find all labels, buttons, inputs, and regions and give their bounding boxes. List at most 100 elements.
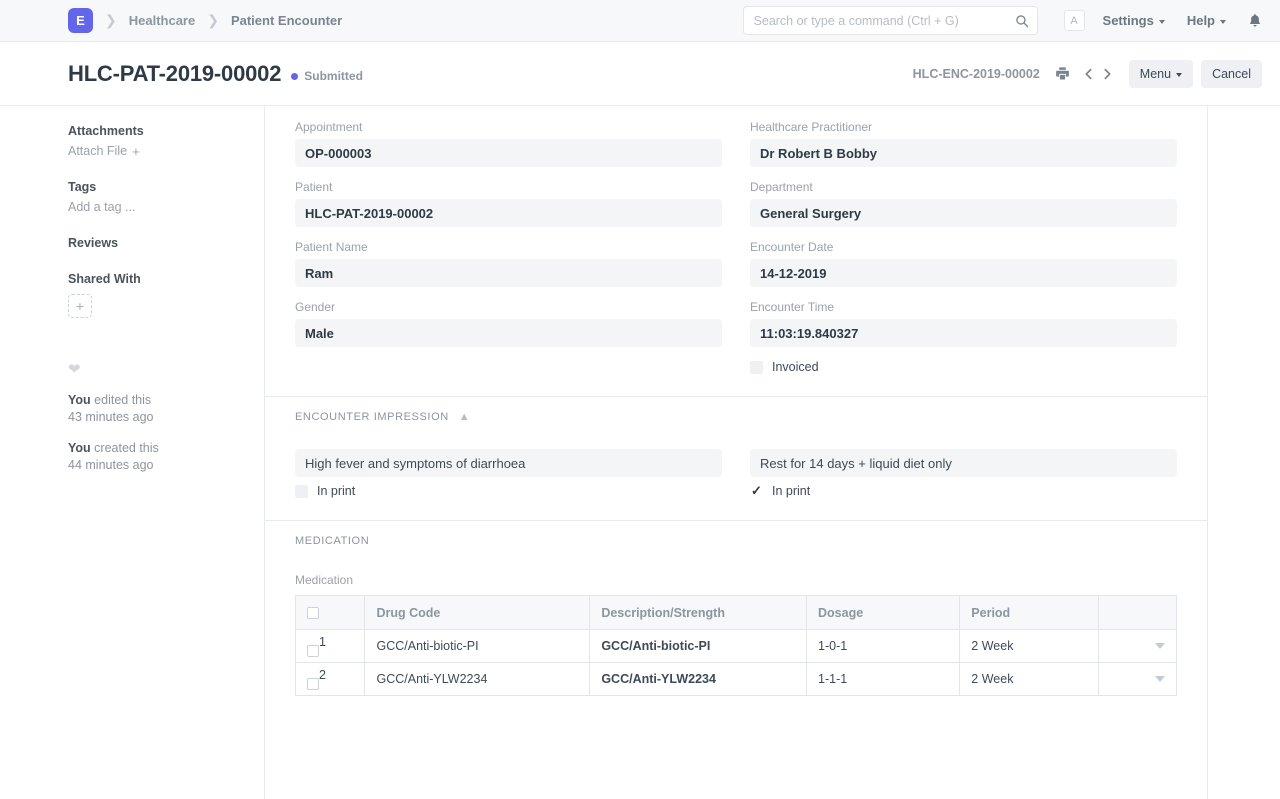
- field-patient-name: Patient Name Ram: [295, 240, 722, 287]
- field-label: Patient: [295, 180, 722, 194]
- field-label: Encounter Date: [750, 240, 1177, 254]
- page-header-actions: HLC-ENC-2019-00002 Menu Cancel: [913, 60, 1262, 88]
- nav-help[interactable]: Help: [1187, 13, 1226, 28]
- checkbox-invoiced-label: Invoiced: [772, 360, 819, 374]
- page-header: HLC-PAT-2019-00002 Submitted HLC-ENC-201…: [0, 42, 1280, 106]
- add-tag-label: Add a tag ...: [68, 200, 135, 214]
- row-checkbox[interactable]: [307, 645, 319, 657]
- cell-description[interactable]: GCC/Anti-biotic-PI: [590, 630, 807, 663]
- field-label: Patient Name: [295, 240, 722, 254]
- chevron-down-icon: [1176, 73, 1182, 77]
- field-encounter-time: Encounter Time 11:03:19.840327: [750, 300, 1177, 347]
- sidebar-section-shared-with: Shared With +: [68, 272, 244, 318]
- record-navigation: [1079, 65, 1117, 83]
- nav-settings-label: Settings: [1103, 13, 1154, 28]
- breadcrumb-item-healthcare[interactable]: Healthcare: [129, 13, 195, 28]
- details-column-left: Appointment OP-000003 Patient HLC-PAT-20…: [295, 120, 722, 374]
- row-select-cell: 1: [296, 630, 365, 663]
- title-block: HLC-PAT-2019-00002 Submitted: [68, 61, 363, 87]
- heart-icon[interactable]: ❤: [68, 360, 244, 378]
- menu-button[interactable]: Menu: [1129, 60, 1193, 88]
- avatar[interactable]: A: [1064, 10, 1085, 31]
- activity-item-edited: You edited this 43 minutes ago: [68, 392, 244, 426]
- field-value-gender[interactable]: Male: [295, 319, 722, 347]
- plus-icon: +: [132, 145, 140, 158]
- details-grid: Appointment OP-000003 Patient HLC-PAT-20…: [295, 120, 1177, 374]
- navbar-right: A Settings Help: [743, 6, 1262, 35]
- app-logo-icon[interactable]: E: [68, 8, 93, 33]
- column-drug-code[interactable]: Drug Code: [365, 596, 590, 630]
- impression-column-right: Rest for 14 days + liquid diet only ✓ In…: [750, 449, 1177, 498]
- impression-column-left: High fever and symptoms of diarrhoea In …: [295, 449, 722, 498]
- cell-drug-code[interactable]: GCC/Anti-biotic-PI: [365, 630, 590, 663]
- breadcrumb-item-patient-encounter[interactable]: Patient Encounter: [231, 13, 342, 28]
- cell-dosage[interactable]: 1-0-1: [807, 630, 960, 663]
- select-all-checkbox[interactable]: [307, 607, 319, 619]
- sidebar-heading-tags: Tags: [68, 180, 244, 194]
- printer-icon[interactable]: [1052, 64, 1073, 83]
- activity-time: 43 minutes ago: [68, 410, 153, 424]
- attach-file-label: Attach File: [68, 144, 127, 158]
- chevron-down-icon[interactable]: [1155, 643, 1165, 649]
- column-actions: [1099, 596, 1177, 630]
- section-medication: Medication Medication Drug Code Descript…: [265, 521, 1207, 718]
- search-input[interactable]: [743, 6, 1038, 35]
- menu-button-label: Menu: [1140, 67, 1171, 81]
- add-tag-action[interactable]: Add a tag ...: [68, 200, 244, 214]
- field-value-patient-name[interactable]: Ram: [295, 259, 722, 287]
- cell-period[interactable]: 2 Week: [960, 663, 1099, 696]
- field-value-encounter-date[interactable]: 14-12-2019: [750, 259, 1177, 287]
- field-label: Appointment: [295, 120, 722, 134]
- checkbox-box-icon: [750, 361, 763, 374]
- nav-settings[interactable]: Settings: [1103, 13, 1165, 28]
- row-index: 1: [319, 635, 326, 649]
- field-value-department[interactable]: General Surgery: [750, 199, 1177, 227]
- page-title: HLC-PAT-2019-00002: [68, 61, 281, 87]
- cell-dosage[interactable]: 1-1-1: [807, 663, 960, 696]
- sidebar-heading-shared-with: Shared With: [68, 272, 244, 286]
- activity-actor: You: [68, 441, 91, 455]
- field-value-encounter-time[interactable]: 11:03:19.840327: [750, 319, 1177, 347]
- cell-period[interactable]: 2 Week: [960, 630, 1099, 663]
- chevron-left-icon[interactable]: [1079, 65, 1098, 83]
- status-badge[interactable]: Submitted: [291, 69, 363, 83]
- field-value-healthcare-practitioner[interactable]: Dr Robert B Bobby: [750, 139, 1177, 167]
- chevron-down-icon: [1159, 20, 1165, 24]
- add-share-button[interactable]: +: [68, 294, 92, 318]
- column-dosage[interactable]: Dosage: [807, 596, 960, 630]
- medication-table: Drug Code Description/Strength Dosage Pe…: [295, 595, 1177, 696]
- section-encounter-details: Appointment OP-000003 Patient HLC-PAT-20…: [265, 106, 1207, 397]
- cell-drug-code[interactable]: GCC/Anti-YLW2234: [365, 663, 590, 696]
- row-checkbox[interactable]: [307, 678, 319, 690]
- field-encounter-date: Encounter Date 14-12-2019: [750, 240, 1177, 287]
- cell-description[interactable]: GCC/Anti-YLW2234: [590, 663, 807, 696]
- chevron-up-icon[interactable]: ▲: [459, 412, 471, 423]
- chevron-right-icon[interactable]: [1098, 65, 1117, 83]
- sidebar-section-reviews: Reviews: [68, 236, 244, 250]
- sidebar-heading-reviews[interactable]: Reviews: [68, 236, 244, 250]
- main-form-card: Appointment OP-000003 Patient HLC-PAT-20…: [264, 106, 1208, 799]
- field-value-diagnosis[interactable]: Rest for 14 days + liquid diet only: [750, 449, 1177, 477]
- field-value-patient[interactable]: HLC-PAT-2019-00002: [295, 199, 722, 227]
- checkbox-invoiced[interactable]: Invoiced: [750, 360, 1177, 374]
- cancel-button[interactable]: Cancel: [1201, 60, 1262, 88]
- field-value-appointment[interactable]: OP-000003: [295, 139, 722, 167]
- chevron-down-icon[interactable]: [1155, 676, 1165, 682]
- sidebar-heading-attachments: Attachments: [68, 124, 244, 138]
- table-row[interactable]: 1 GCC/Anti-biotic-PI GCC/Anti-biotic-PI …: [296, 630, 1177, 663]
- sidebar: Attachments Attach File + Tags Add a tag…: [0, 106, 264, 799]
- search-icon[interactable]: [1015, 14, 1029, 28]
- medication-table-body: 1 GCC/Anti-biotic-PI GCC/Anti-biotic-PI …: [296, 630, 1177, 696]
- row-select-cell: 2: [296, 663, 365, 696]
- checkbox-diagnosis-in-print[interactable]: ✓ In print: [750, 484, 1177, 498]
- column-period[interactable]: Period: [960, 596, 1099, 630]
- checkbox-symptoms-in-print[interactable]: In print: [295, 484, 722, 498]
- bell-icon[interactable]: [1248, 13, 1262, 28]
- column-description-strength[interactable]: Description/Strength: [590, 596, 807, 630]
- table-header-row: Drug Code Description/Strength Dosage Pe…: [296, 596, 1177, 630]
- nav-help-label: Help: [1187, 13, 1215, 28]
- table-row[interactable]: 2 GCC/Anti-YLW2234 GCC/Anti-YLW2234 1-1-…: [296, 663, 1177, 696]
- attach-file-action[interactable]: Attach File +: [68, 144, 244, 158]
- field-healthcare-practitioner: Healthcare Practitioner Dr Robert B Bobb…: [750, 120, 1177, 167]
- field-value-symptoms[interactable]: High fever and symptoms of diarrhoea: [295, 449, 722, 477]
